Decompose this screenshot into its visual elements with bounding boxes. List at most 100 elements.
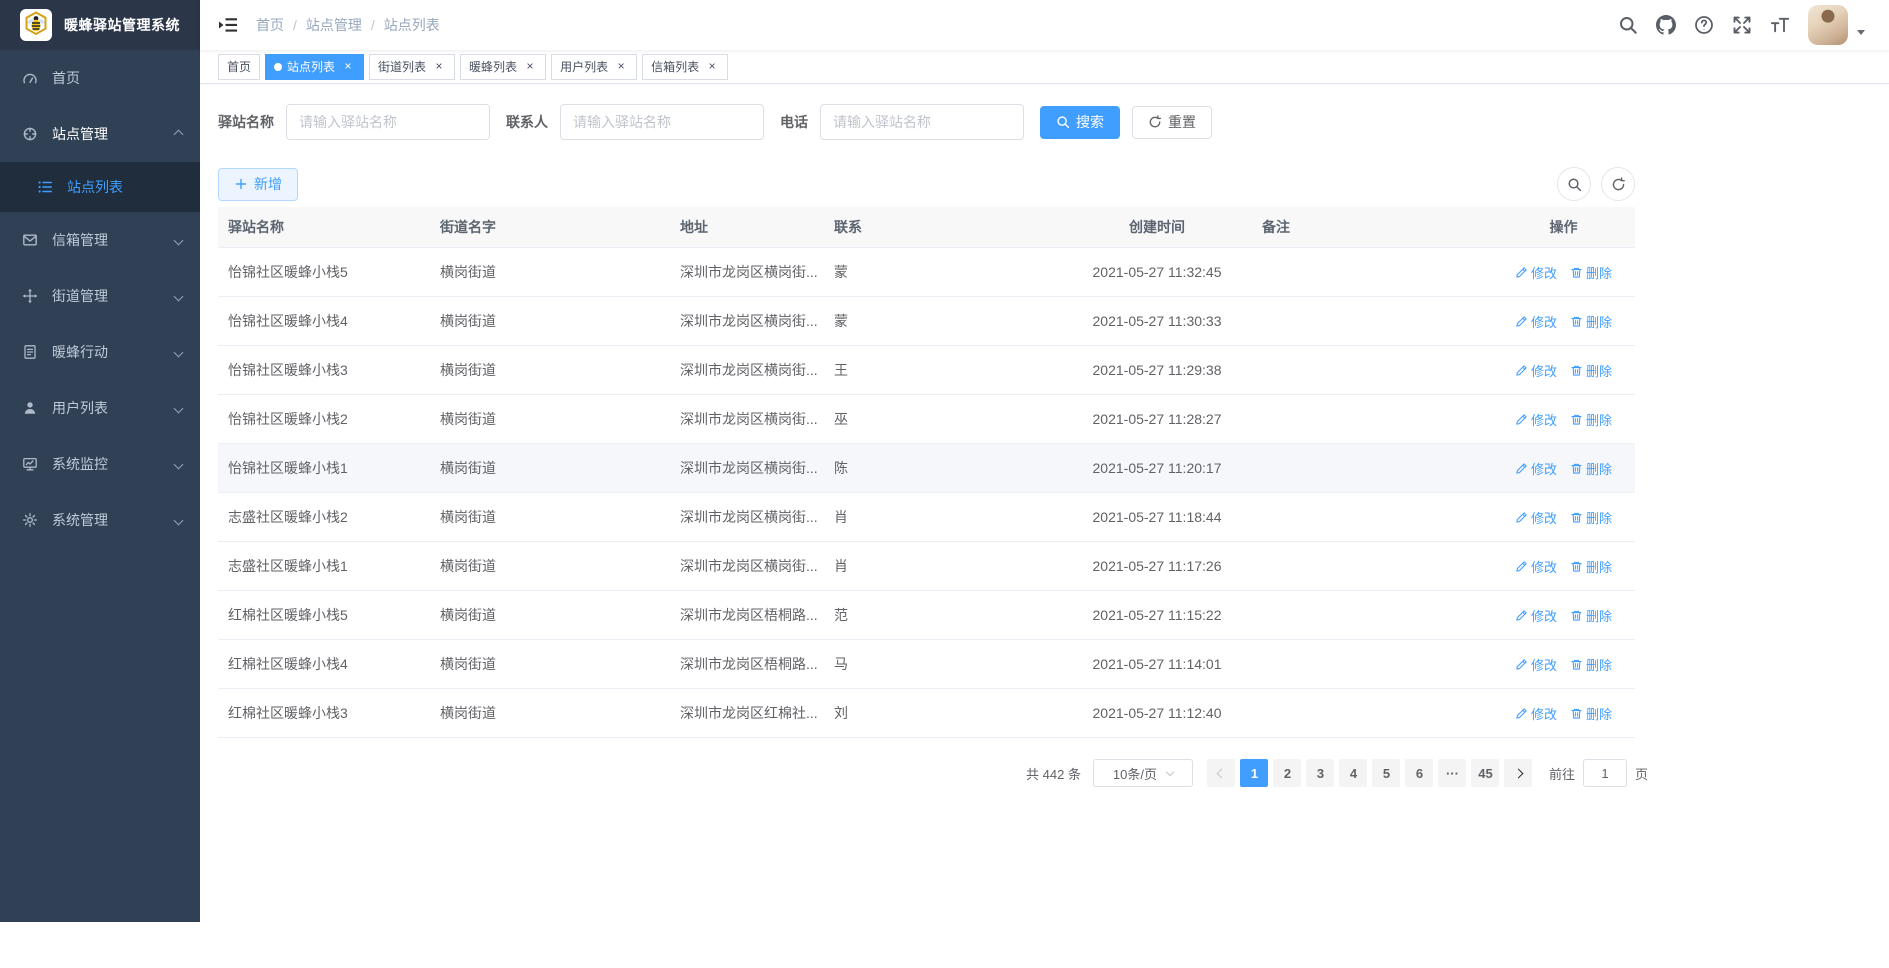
cell-address: 深圳市龙岗区横岗街... [680, 558, 818, 574]
close-icon[interactable]: × [432, 60, 446, 74]
edit-link[interactable]: 修改 [1515, 508, 1557, 527]
fullscreen-icon[interactable] [1732, 15, 1752, 35]
field-input[interactable] [820, 104, 1024, 140]
tab[interactable]: 站点列表 × [265, 53, 365, 80]
edit-link[interactable]: 修改 [1515, 312, 1557, 331]
delete-link[interactable]: 删除 [1570, 557, 1612, 576]
delete-link[interactable]: 删除 [1570, 704, 1612, 723]
sidebar-item[interactable]: 暖蜂行动 [0, 324, 200, 380]
cell-operations: 修改 删除 [1492, 655, 1635, 674]
tab[interactable]: 信箱列表 × [642, 53, 729, 80]
delete-icon [1570, 707, 1583, 720]
cell-operations: 修改 删除 [1492, 312, 1635, 331]
page-button[interactable]: 1 [1240, 759, 1269, 787]
sidebar-item[interactable]: 系统管理 [0, 492, 200, 548]
tab[interactable]: 用户列表 × [551, 53, 638, 80]
add-button[interactable]: 新增 [218, 167, 298, 201]
delete-link[interactable]: 删除 [1570, 606, 1612, 625]
cell-operations: 修改 删除 [1492, 410, 1635, 429]
search-button[interactable]: 搜索 [1040, 105, 1120, 139]
sidebar-item[interactable]: 站点管理 [0, 106, 200, 162]
delete-link[interactable]: 删除 [1570, 655, 1612, 674]
site-management-icon [22, 126, 38, 142]
plus-icon [234, 177, 248, 191]
tab-label: 暖蜂列表 [469, 60, 518, 74]
monitor-icon [22, 456, 38, 472]
avatar[interactable] [1808, 5, 1848, 45]
tab[interactable]: 暖蜂列表 × [460, 53, 547, 80]
breadcrumb: 首页站点管理站点列表 [256, 15, 440, 35]
breadcrumb-item[interactable]: 站点管理 [284, 15, 362, 35]
field-input[interactable] [286, 104, 490, 140]
page-button[interactable]: 5 [1372, 759, 1401, 787]
page-button[interactable]: 3 [1306, 759, 1335, 787]
tab[interactable]: 首页 × [218, 53, 261, 80]
sidebar-item-label: 街道管理 [52, 288, 108, 304]
next-page-button[interactable] [1504, 759, 1533, 787]
sidebar-item[interactable]: 站点列表 [0, 162, 200, 212]
font-size-icon[interactable] [1770, 15, 1790, 35]
sidebar-item[interactable]: 系统监控 [0, 436, 200, 492]
breadcrumb-item[interactable]: 首页 [256, 15, 284, 35]
prev-page-button[interactable] [1207, 759, 1236, 787]
column-header: 联系人 [834, 219, 862, 235]
tab-label: 首页 [227, 60, 252, 74]
refresh-table-button[interactable] [1601, 167, 1635, 201]
sidebar-item[interactable]: 用户列表 [0, 380, 200, 436]
question-icon[interactable] [1694, 15, 1714, 35]
reset-button[interactable]: 重置 [1132, 105, 1212, 139]
edit-link[interactable]: 修改 [1515, 410, 1557, 429]
delete-link[interactable]: 删除 [1570, 410, 1612, 429]
delete-link[interactable]: 删除 [1570, 459, 1612, 478]
table-body: 怡锦社区暖蜂小栈5 横岗街道 深圳市龙岗区横岗街... 蒙 2021-05-27… [218, 248, 1635, 738]
cell-created-time: 2021-05-27 11:28:27 [1092, 411, 1222, 427]
delete-link[interactable]: 删除 [1570, 361, 1612, 380]
user-menu[interactable] [1808, 5, 1865, 45]
edit-link[interactable]: 修改 [1515, 606, 1557, 625]
page-button[interactable]: ··· [1438, 759, 1467, 787]
stations-table: 驿站名称 街道名字 地址 联系人 创建时间 备注 操作 [218, 207, 1635, 738]
cell-address: 深圳市龙岗区红棉社... [680, 705, 818, 721]
form-field: 联系人 [506, 104, 780, 140]
cell-contact: 肖 [834, 558, 848, 574]
close-icon[interactable]: × [523, 60, 537, 74]
tab[interactable]: 街道列表 × [369, 53, 456, 80]
column-header: 地址 [680, 219, 708, 235]
total-count: 共 442 条 [1026, 766, 1081, 782]
search-icon[interactable] [1618, 15, 1638, 35]
edit-link[interactable]: 修改 [1515, 557, 1557, 576]
edit-link[interactable]: 修改 [1515, 361, 1557, 380]
gear-icon [22, 512, 38, 528]
delete-link[interactable]: 删除 [1570, 263, 1612, 282]
page-button[interactable]: 6 [1405, 759, 1434, 787]
close-icon[interactable]: × [341, 60, 355, 74]
field-input[interactable] [560, 104, 764, 140]
edit-icon [1515, 707, 1528, 720]
delete-link[interactable]: 删除 [1570, 508, 1612, 527]
sidebar-item-label: 站点管理 [52, 126, 108, 142]
cell-street: 横岗街道 [440, 558, 496, 574]
sidebar-item[interactable]: 街道管理 [0, 268, 200, 324]
collapse-sidebar-icon[interactable] [218, 15, 238, 35]
close-icon[interactable]: × [614, 60, 628, 74]
sidebar-item[interactable]: 信箱管理 [0, 212, 200, 268]
page-button[interactable]: 2 [1273, 759, 1302, 787]
edit-link[interactable]: 修改 [1515, 704, 1557, 723]
goto-page-input[interactable] [1582, 759, 1627, 787]
page-button[interactable]: 45 [1471, 759, 1500, 787]
sidebar-item[interactable]: 首页 [0, 50, 200, 106]
breadcrumb-item[interactable]: 站点列表 [362, 15, 440, 35]
cell-street: 横岗街道 [440, 607, 496, 623]
close-icon[interactable]: × [705, 60, 719, 74]
app-logo-bar[interactable]: 暖蜂驿站管理系统 [0, 0, 200, 50]
page-size-select[interactable]: 10条/页 [1092, 759, 1193, 787]
cell-street: 横岗街道 [440, 705, 496, 721]
cell-contact: 刘 [834, 705, 848, 721]
edit-link[interactable]: 修改 [1515, 655, 1557, 674]
edit-link[interactable]: 修改 [1515, 263, 1557, 282]
github-icon[interactable] [1656, 15, 1676, 35]
delete-link[interactable]: 删除 [1570, 312, 1612, 331]
edit-link[interactable]: 修改 [1515, 459, 1557, 478]
toggle-search-button[interactable] [1557, 167, 1591, 201]
page-button[interactable]: 4 [1339, 759, 1368, 787]
